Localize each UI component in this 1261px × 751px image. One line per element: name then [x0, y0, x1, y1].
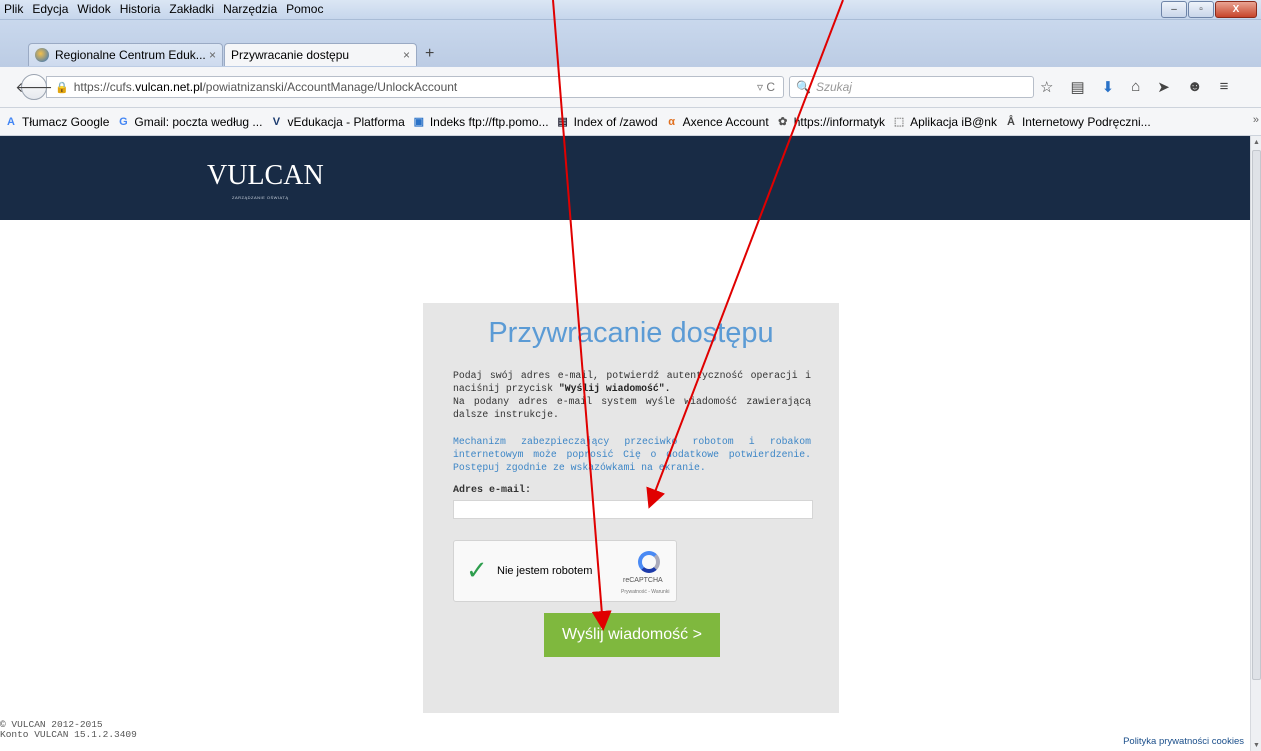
menu-tools[interactable]: Narzędzia [223, 2, 277, 16]
url-path: /powiatnizanski/AccountManage/UnlockAcco… [202, 80, 458, 94]
menu-view[interactable]: Widok [77, 2, 110, 16]
tab-close-icon[interactable]: × [209, 48, 216, 62]
scroll-thumb[interactable] [1252, 150, 1261, 680]
menu-hamburger-icon[interactable]: ≡ [1220, 78, 1229, 96]
footer-copyright: © VULCAN 2012-2015 Konto VULCAN 15.1.2.3… [0, 719, 137, 740]
bookmark-item[interactable]: ▤ Index of /zawod [556, 115, 657, 129]
recaptcha-links[interactable]: Prywatność - Warunki [621, 589, 669, 595]
menu-history[interactable]: Historia [120, 2, 161, 16]
page-title: Przywracanie dostępu [488, 317, 774, 349]
bookmarks-overflow-icon[interactable]: » [1253, 114, 1259, 126]
vulcan-logo[interactable]: VULCAN [207, 160, 324, 192]
reload-icon[interactable]: ▿ C [757, 80, 775, 94]
bookmark-item[interactable]: ▣ Indeks ftp://ftp.pomo... [412, 115, 549, 129]
menu-bar: Plik Edycja Widok Historia Zakładki Narz… [4, 2, 323, 16]
scrollbar[interactable]: ▲ ▼ [1250, 136, 1261, 751]
book-icon: Å [1006, 115, 1015, 128]
url-prefix: https://cufs. [73, 80, 136, 94]
tab-przywracanie-dostepu[interactable]: Przywracanie dostępu × [224, 43, 417, 66]
navigation-bar: 🔒 https://cufs. vulcan.net.pl/powiatnizan… [0, 67, 1261, 108]
scroll-up-icon[interactable]: ▲ [1253, 139, 1260, 146]
menu-bookmarks[interactable]: Zakładki [169, 2, 214, 16]
bookmark-item[interactable]: G Gmail: poczta według ... [116, 115, 262, 129]
menu-edit[interactable]: Edycja [32, 2, 68, 16]
minimize-button[interactable]: – [1161, 1, 1187, 18]
logo-tagline: ZARZĄDZANIE OŚWIATĄ [232, 195, 289, 200]
bookmark-item[interactable]: A Tłumacz Google [4, 115, 109, 129]
tab-label: Przywracanie dostępu [231, 48, 350, 62]
bookmark-item[interactable]: ⬚ Aplikacja iB@nk [892, 115, 997, 129]
chat-icon[interactable]: ☻ [1187, 78, 1203, 96]
page-icon: ⬚ [893, 116, 905, 128]
window-controls: – ▫ X [1161, 1, 1257, 18]
reading-list-icon[interactable]: ▤ [1070, 78, 1084, 96]
axence-icon: α [668, 115, 675, 128]
search-icon: 🔍 [796, 80, 811, 94]
site-header: VULCAN ZARZĄDZANIE OŚWIATĄ [0, 136, 1250, 220]
lock-icon: 🔒 [55, 81, 69, 94]
site-favicon-icon [35, 48, 49, 62]
scroll-down-icon[interactable]: ▼ [1253, 742, 1260, 749]
page-content: VULCAN ZARZĄDZANIE OŚWIATĄ Przywracanie … [0, 136, 1250, 751]
address-bar[interactable]: 🔒 https://cufs. vulcan.net.pl/powiatnizan… [46, 76, 784, 98]
home-icon[interactable]: ⌂ [1131, 78, 1140, 96]
v-icon: V [272, 115, 281, 128]
send-icon[interactable]: ➤ [1157, 78, 1170, 96]
email-label: Adres e-mail: [453, 485, 532, 496]
bookmark-item[interactable]: VvEdukacja - Platforma [269, 115, 405, 129]
privacy-link[interactable]: Polityka prywatności cookies [1123, 736, 1244, 747]
google-icon: G [119, 115, 128, 128]
maximize-button[interactable]: ▫ [1188, 1, 1214, 18]
tab-regionalne-centrum[interactable]: Regionalne Centrum Eduk... × [28, 43, 223, 66]
search-input[interactable]: 🔍 Szukaj [789, 76, 1034, 98]
recaptcha-widget[interactable]: ✓ Nie jestem robotem reCAPTCHA Prywatnoś… [453, 540, 677, 602]
download-icon[interactable]: ⬇ [1102, 78, 1115, 96]
instructions-text: Podaj swój adres e-mail, potwierdź auten… [453, 370, 811, 420]
recaptcha-brand: reCAPTCHA [623, 577, 663, 584]
translate-icon: A [7, 115, 15, 128]
bookmark-item[interactable]: Å Internetowy Podręczni... [1004, 115, 1151, 129]
bookmark-item[interactable]: α Axence Account [665, 115, 768, 129]
tab-strip: Regionalne Centrum Eduk... × Przywracani… [0, 20, 1261, 67]
bookmark-star-icon[interactable]: ☆ [1040, 78, 1053, 96]
new-tab-button[interactable]: + [425, 45, 434, 63]
bookmark-item[interactable]: ✿ https://informatyk [776, 115, 885, 129]
back-arrow-icon: 🡐 [15, 78, 53, 95]
monitor-icon: ▣ [413, 116, 425, 128]
folder-icon: ▤ [557, 116, 568, 128]
url-host: vulcan.net.pl [135, 80, 203, 94]
checkmark-icon[interactable]: ✓ [466, 557, 488, 583]
tab-label: Regionalne Centrum Eduk... [55, 48, 205, 62]
title-bar: Plik Edycja Widok Historia Zakładki Narz… [0, 0, 1261, 20]
tab-close-icon[interactable]: × [403, 48, 410, 62]
globe-icon: ✿ [778, 116, 788, 128]
email-field[interactable] [453, 500, 813, 519]
send-message-button[interactable]: Wyślij wiadomość > [544, 613, 720, 657]
close-window-button[interactable]: X [1215, 1, 1257, 18]
captcha-label: Nie jestem robotem [497, 565, 593, 577]
back-button[interactable]: 🡐 [15, 74, 53, 100]
menu-file[interactable]: Plik [4, 2, 23, 16]
toolbar-icons: ☆ ▤ ⬇ ⌂ ➤ ☻ ≡ [1040, 78, 1228, 96]
captcha-note: Mechanizm zabezpieczający przeciwko robo… [453, 436, 811, 473]
recaptcha-logo-icon [638, 551, 660, 573]
unlock-account-form: Przywracanie dostępu Podaj swój adres e-… [423, 303, 839, 713]
menu-help[interactable]: Pomoc [286, 2, 323, 16]
search-placeholder: Szukaj [815, 80, 852, 94]
bookmarks-bar: A Tłumacz Google G Gmail: poczta według ..… [0, 108, 1261, 136]
